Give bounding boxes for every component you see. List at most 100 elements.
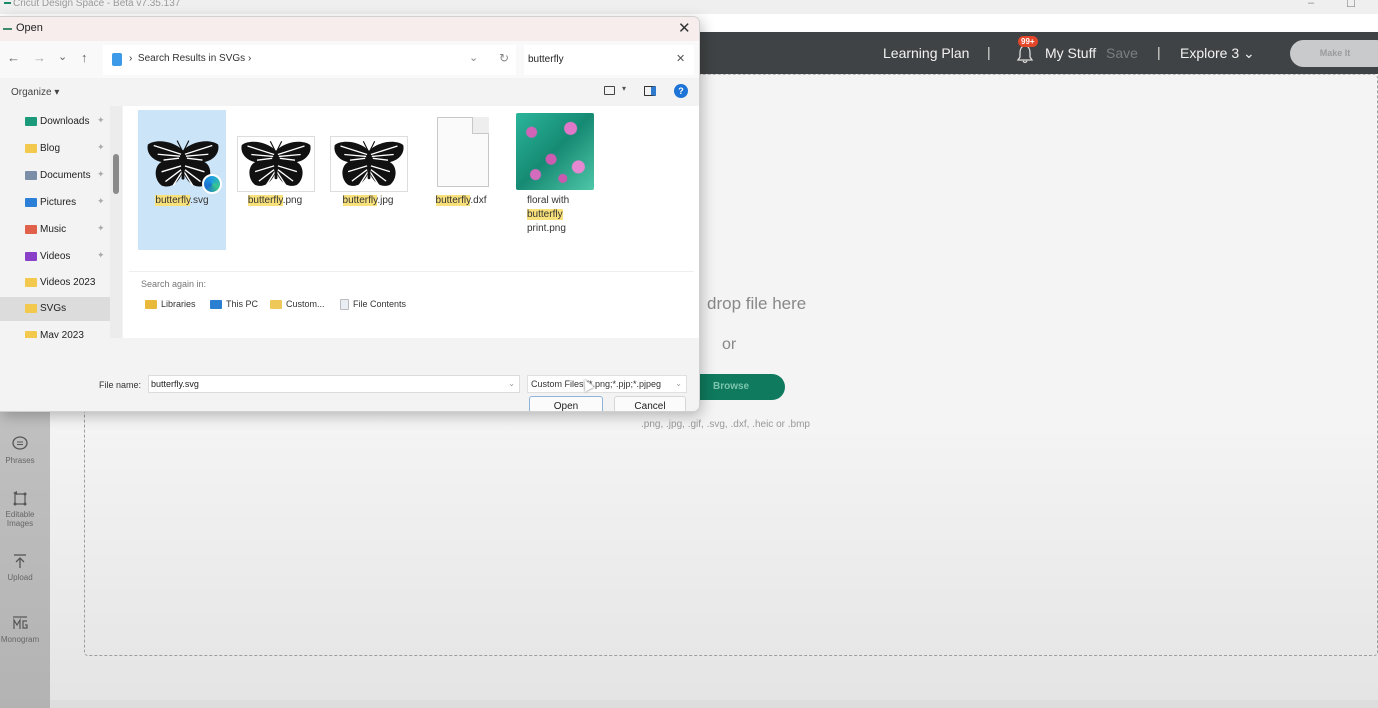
search-again-label: Search again in: [141,279,207,289]
pin-icon: ✦ [97,169,105,179]
open-file-dialog: Open ✕ ← → ⌄ ↑ › Search Results in SVGs … [0,16,700,412]
command-bar: Organize ▾ ▾ ? [0,78,699,106]
search-input[interactable]: butterfly ✕ [524,45,694,75]
file-name: floral with butterfly print.png [527,194,569,236]
tool-monogram[interactable]: Monogram [0,615,40,644]
file-name: butterfly.jpg [324,194,412,208]
custom-folder-icon [270,300,282,310]
pin-icon: ✦ [97,142,105,152]
app-logo-icon [3,28,12,30]
open-button[interactable]: Open [529,396,603,411]
search-value: butterfly [528,54,564,65]
breadcrumb[interactable]: › Search Results in SVGs › [129,53,251,64]
dialog-title-bar: Open ✕ [0,17,699,41]
butterfly-thumbnail [330,136,408,192]
minimize-button[interactable]: – [1308,0,1314,9]
search-option-label: Libraries [161,299,196,309]
nav-item-videos-2023[interactable]: Videos 2023 [0,271,110,295]
view-dropdown-icon[interactable]: ▾ [622,84,626,93]
dialog-title: Open [16,22,43,34]
address-bar[interactable]: › Search Results in SVGs › ⌄ ↻ [103,45,516,75]
search-again-file-contents[interactable]: File Contents [340,299,406,311]
pictures-folder-icon [25,198,37,207]
my-stuff-link[interactable]: My Stuff [1045,45,1096,61]
explore-dropdown[interactable]: Explore 3 ⌄ [1180,45,1255,62]
documents-folder-icon [25,171,37,180]
highlight-match: butterfly [247,195,283,206]
search-again-this-pc[interactable]: This PC [210,299,258,310]
tool-phrases[interactable]: Phrases [0,436,40,465]
nav-item-downloads[interactable]: Downloads ✦ [0,110,110,134]
nav-item-pictures[interactable]: Pictures ✦ [0,191,110,215]
search-again-libraries[interactable]: Libraries [145,299,196,310]
back-button[interactable]: ← [7,50,20,65]
nav-item-blog[interactable]: Blog ✦ [0,137,110,161]
make-it-button[interactable]: Make It [1290,40,1378,67]
nav-item-label: May 2023 [40,330,84,338]
browse-button[interactable]: Browse [700,374,785,400]
scrollbar-thumb[interactable] [113,154,119,194]
folder-icon [25,304,37,313]
save-button[interactable]: Save [1106,45,1138,61]
file-name: butterfly.dxf [417,194,505,208]
close-icon[interactable]: ✕ [678,19,691,37]
bell-icon[interactable] [1016,44,1034,64]
tool-upload[interactable]: Upload [0,553,40,582]
clear-search-icon[interactable]: ✕ [676,52,685,65]
address-dropdown-icon[interactable]: ⌄ [469,51,478,64]
file-item-butterfly-jpg[interactable]: butterfly.jpg [324,110,412,250]
chevron-right-icon: › [247,53,252,64]
preview-pane-icon[interactable] [644,86,656,96]
highlight-match: butterfly [155,195,191,206]
file-type-value: Custom Files (*.png;*.pjp;*.pjpeg [531,379,662,389]
file-name: butterfly.svg [138,194,226,208]
up-button[interactable]: ↑ [81,50,88,65]
supported-formats: .png, .jpg, .gif, .svg, .dxf, .heic or .… [641,419,810,430]
chevron-right-icon: › [129,53,133,64]
recent-locations-button[interactable]: ⌄ [58,50,67,63]
tool-label: Phrases [5,456,35,465]
view-icon[interactable] [604,86,615,95]
file-name-input[interactable]: butterfly.svg ⌄ [148,375,520,393]
header-divider: | [1157,44,1161,60]
file-ext: .png [282,195,303,206]
file-ext: .svg [190,195,209,206]
file-type-select[interactable]: Custom Files (*.png;*.pjp;*.pjpeg ⌄ [527,375,687,393]
maximize-button[interactable]: ☐ [1346,0,1356,10]
tool-label: Monogram [0,635,40,644]
file-item-floral-butterfly-print[interactable]: floral with butterfly print.png [511,110,599,250]
forward-button[interactable]: → [33,50,46,65]
file-item-butterfly-dxf[interactable]: butterfly.dxf [417,110,505,250]
app-title-bar: Cricut Design Space - Beta v7.35.137 – ☐ [0,0,1378,14]
breadcrumb-item[interactable]: Search Results in SVGs [138,53,245,64]
nav-item-music[interactable]: Music ✦ [0,218,110,242]
nav-item-videos[interactable]: Videos ✦ [0,245,110,269]
file-name-part: floral with [527,195,570,206]
chevron-down-icon: ⌄ [675,379,682,388]
file-item-butterfly-svg[interactable]: butterfly.svg [138,110,226,250]
tool-editable-images[interactable]: Editable Images [0,490,40,528]
nav-item-svgs[interactable]: SVGs [0,297,110,321]
nav-item-documents[interactable]: Documents ✦ [0,164,110,188]
folder-icon [25,278,37,287]
cancel-button[interactable]: Cancel [614,396,686,411]
downloads-folder-icon [25,117,37,126]
editable-image-icon [13,491,27,506]
nav-item-label: Downloads [40,116,90,127]
tool-label: Upload [7,573,33,582]
file-item-butterfly-png[interactable]: butterfly.png [231,110,319,250]
drop-file-text: drop file here [707,294,807,313]
speech-bubble-icon [12,436,28,450]
chevron-down-icon[interactable]: ⌄ [508,379,515,388]
music-folder-icon [25,225,37,234]
nav-item-may-2023[interactable]: May 2023 [0,324,110,338]
organize-menu[interactable]: Organize ▾ [11,87,59,98]
highlight-match: butterfly [435,195,471,206]
nav-pane-scrollbar[interactable] [110,106,122,338]
notification-badge: 99+ [1018,36,1038,47]
search-again-custom[interactable]: Custom... [270,299,325,310]
refresh-icon[interactable]: ↻ [499,51,509,65]
learning-plan-link[interactable]: Learning Plan [883,45,969,61]
help-icon[interactable]: ? [674,84,688,98]
explore-label: Explore 3 [1180,45,1240,61]
